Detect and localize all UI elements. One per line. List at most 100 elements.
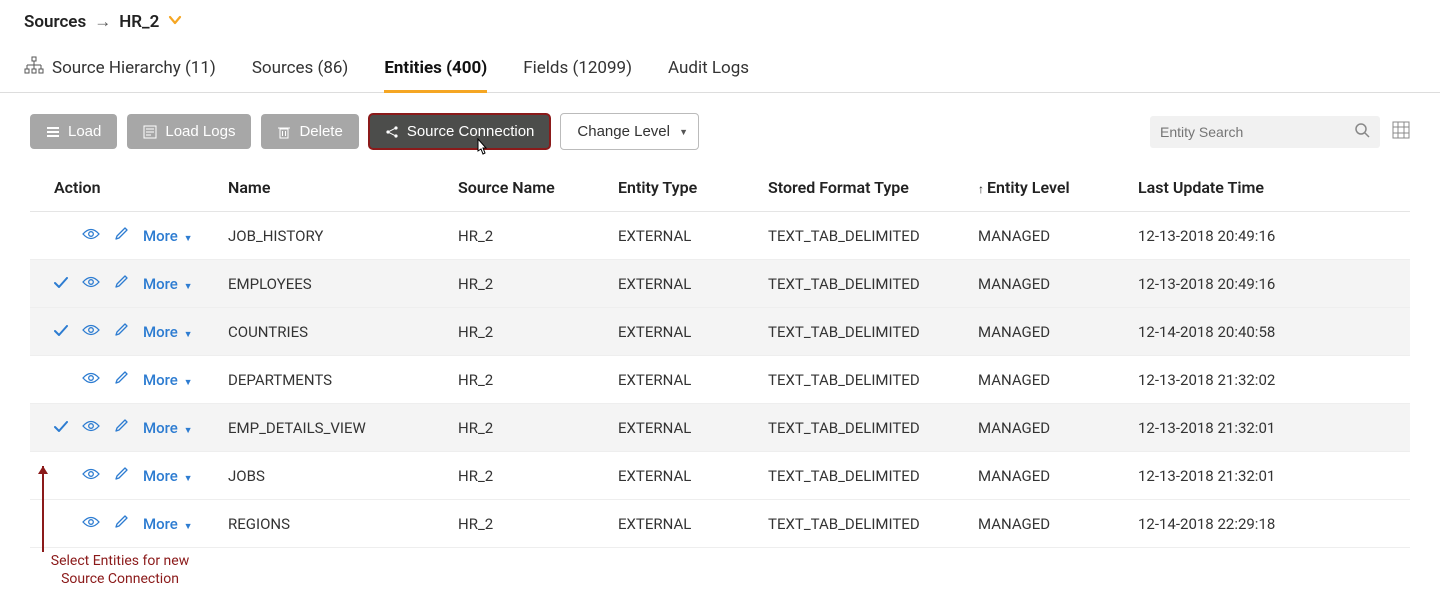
cell-source: HR_2 [450, 404, 610, 452]
cell-updated: 12-13-2018 21:32:02 [1130, 356, 1410, 404]
annotation-arrow-icon [42, 466, 44, 552]
tab-source-hierarchy[interactable]: Source Hierarchy (11) [52, 44, 216, 92]
table-columns-icon[interactable] [1392, 121, 1410, 143]
edit-icon[interactable] [114, 466, 129, 485]
search-icon[interactable] [1354, 122, 1370, 142]
breadcrumb-root[interactable]: Sources [24, 12, 86, 32]
selected-check-icon [54, 323, 68, 341]
cell-updated: 12-14-2018 22:29:18 [1130, 500, 1410, 548]
load-label: Load [68, 123, 101, 140]
table-row[interactable]: More ▼ EMPLOYEESHR_2EXTERNALTEXT_TAB_DEL… [30, 260, 1410, 308]
view-icon[interactable] [82, 323, 100, 341]
hierarchy-icon [24, 56, 44, 80]
cell-level: MANAGED [970, 404, 1130, 452]
view-icon[interactable] [82, 467, 100, 485]
cell-level: MANAGED [970, 308, 1130, 356]
edit-icon[interactable] [114, 514, 129, 533]
cell-name: EMPLOYEES [220, 260, 450, 308]
edit-icon[interactable] [114, 370, 129, 389]
cell-format: TEXT_TAB_DELIMITED [760, 452, 970, 500]
cell-format: TEXT_TAB_DELIMITED [760, 500, 970, 548]
source-connection-button[interactable]: Source Connection [369, 114, 551, 149]
col-action[interactable]: Action [30, 164, 220, 212]
col-entity-type[interactable]: Entity Type [610, 164, 760, 212]
more-menu[interactable]: More ▼ [143, 323, 192, 341]
tab-entities[interactable]: Entities (400) [384, 44, 487, 92]
breadcrumb-current[interactable]: HR_2 [119, 12, 159, 32]
selected-check-icon [54, 419, 68, 437]
table-row[interactable]: More ▼ JOBSHR_2EXTERNALTEXT_TAB_DELIMITE… [30, 452, 1410, 500]
cursor-icon [471, 138, 491, 164]
col-source-name[interactable]: Source Name [450, 164, 610, 212]
cell-name: DEPARTMENTS [220, 356, 450, 404]
view-icon[interactable] [82, 227, 100, 245]
more-menu[interactable]: More ▼ [143, 275, 192, 293]
cell-level: MANAGED [970, 212, 1130, 260]
load-logs-button[interactable]: Load Logs [127, 114, 251, 149]
cell-updated: 12-13-2018 21:32:01 [1130, 404, 1410, 452]
chevron-down-icon[interactable] [167, 12, 183, 32]
cell-format: TEXT_TAB_DELIMITED [760, 308, 970, 356]
cell-level: MANAGED [970, 356, 1130, 404]
breadcrumb: Sources → HR_2 [0, 0, 1440, 44]
breadcrumb-separator: → [94, 12, 111, 32]
change-level-select[interactable]: Change Level [560, 113, 699, 150]
view-icon[interactable] [82, 275, 100, 293]
edit-icon[interactable] [114, 418, 129, 437]
cell-level: MANAGED [970, 500, 1130, 548]
load-logs-label: Load Logs [165, 123, 235, 140]
load-button[interactable]: Load [30, 114, 117, 149]
tab-audit-logs[interactable]: Audit Logs [668, 44, 749, 92]
selected-check-icon [54, 275, 68, 293]
cell-name: JOBS [220, 452, 450, 500]
edit-icon[interactable] [114, 274, 129, 293]
col-level-label: Entity Level [987, 178, 1070, 197]
entity-search[interactable] [1150, 116, 1380, 148]
search-input[interactable] [1160, 124, 1354, 140]
table-row[interactable]: More ▼ JOB_HISTORYHR_2EXTERNALTEXT_TAB_D… [30, 212, 1410, 260]
more-menu[interactable]: More ▼ [143, 371, 192, 389]
cell-name: REGIONS [220, 500, 450, 548]
more-menu[interactable]: More ▼ [143, 227, 192, 245]
more-menu[interactable]: More ▼ [143, 467, 192, 485]
cell-type: EXTERNAL [610, 308, 760, 356]
cell-name: JOB_HISTORY [220, 212, 450, 260]
cell-updated: 12-13-2018 21:32:01 [1130, 452, 1410, 500]
cell-source: HR_2 [450, 212, 610, 260]
cell-type: EXTERNAL [610, 212, 760, 260]
delete-button[interactable]: Delete [261, 114, 358, 149]
cell-source: HR_2 [450, 260, 610, 308]
more-menu[interactable]: More ▼ [143, 419, 192, 437]
cell-updated: 12-13-2018 20:49:16 [1130, 260, 1410, 308]
cell-source: HR_2 [450, 356, 610, 404]
cell-updated: 12-14-2018 20:40:58 [1130, 308, 1410, 356]
cell-type: EXTERNAL [610, 356, 760, 404]
table-row[interactable]: More ▼ REGIONSHR_2EXTERNALTEXT_TAB_DELIM… [30, 500, 1410, 548]
col-name[interactable]: Name [220, 164, 450, 212]
cell-name: EMP_DETAILS_VIEW [220, 404, 450, 452]
col-stored-format[interactable]: Stored Format Type [760, 164, 970, 212]
cell-source: HR_2 [450, 452, 610, 500]
table-row[interactable]: More ▼ COUNTRIESHR_2EXTERNALTEXT_TAB_DEL… [30, 308, 1410, 356]
cell-source: HR_2 [450, 500, 610, 548]
cell-level: MANAGED [970, 452, 1130, 500]
share-icon [385, 125, 399, 139]
edit-icon[interactable] [114, 226, 129, 245]
col-last-update[interactable]: Last Update Time [1130, 164, 1410, 212]
table-row[interactable]: More ▼ EMP_DETAILS_VIEWHR_2EXTERNALTEXT_… [30, 404, 1410, 452]
edit-icon[interactable] [114, 322, 129, 341]
toolbar: Load Load Logs Delete Source Connection … [0, 93, 1440, 164]
list-icon [46, 125, 60, 139]
view-icon[interactable] [82, 371, 100, 389]
col-entity-level[interactable]: ↑Entity Level [970, 164, 1130, 212]
view-icon[interactable] [82, 419, 100, 437]
tab-sources[interactable]: Sources (86) [252, 44, 349, 92]
table-row[interactable]: More ▼ DEPARTMENTSHR_2EXTERNALTEXT_TAB_D… [30, 356, 1410, 404]
cell-type: EXTERNAL [610, 500, 760, 548]
cell-type: EXTERNAL [610, 404, 760, 452]
view-icon[interactable] [82, 515, 100, 533]
more-menu[interactable]: More ▼ [143, 515, 192, 533]
tab-fields[interactable]: Fields (12099) [523, 44, 632, 92]
annotation-line1: Select Entities for new [51, 553, 189, 569]
sort-asc-icon: ↑ [978, 182, 984, 196]
